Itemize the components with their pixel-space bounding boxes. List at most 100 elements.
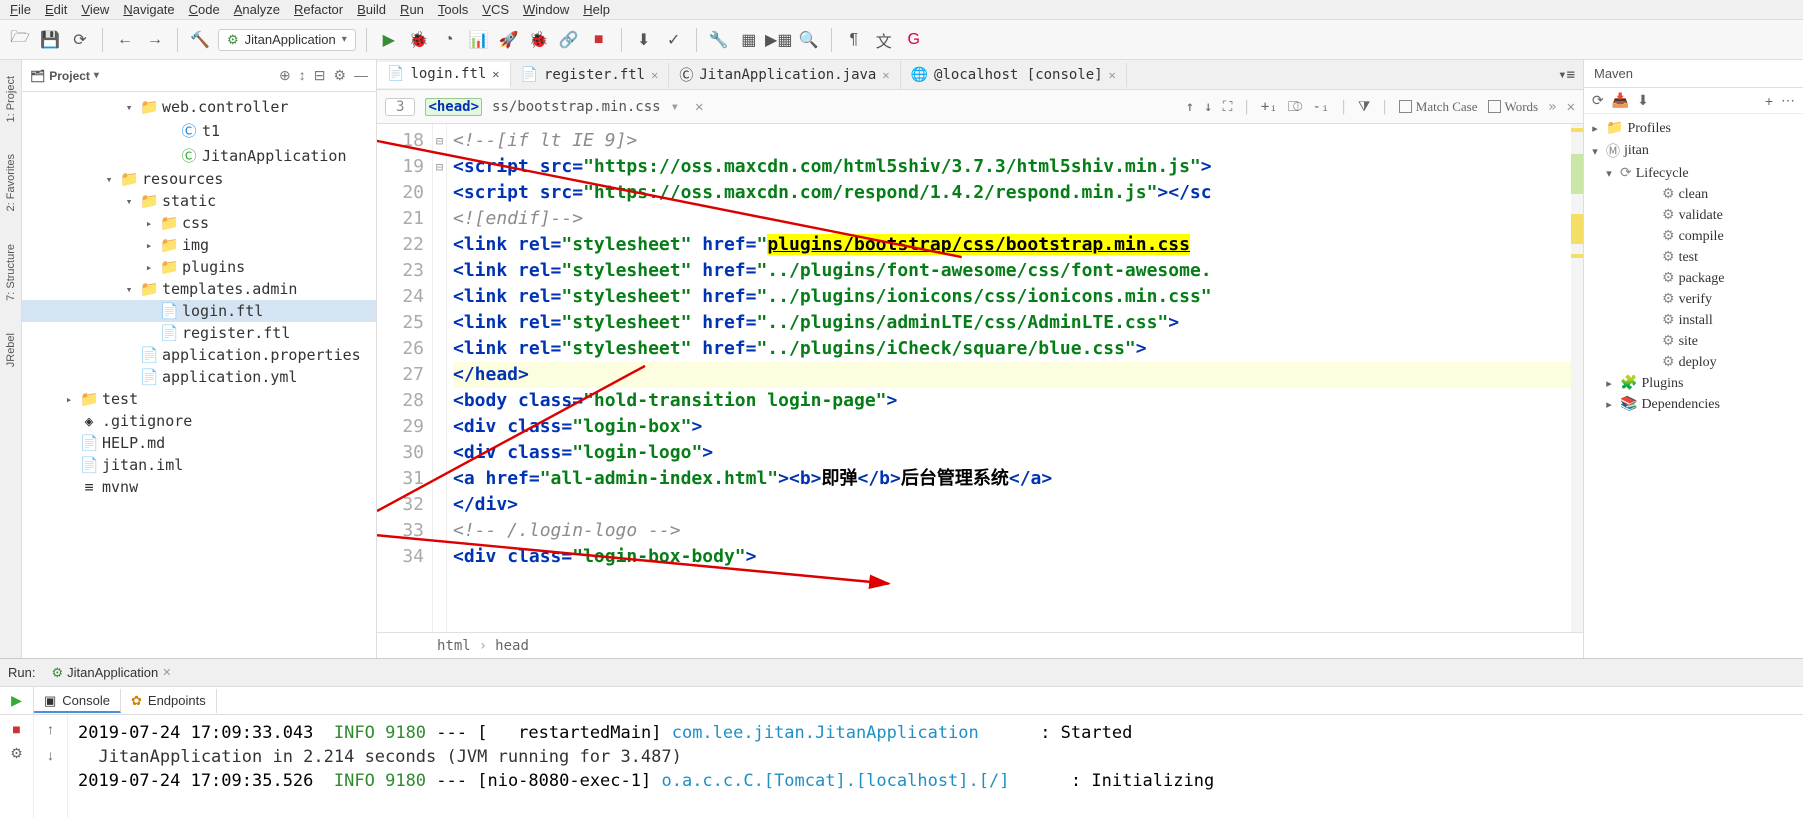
tree-static[interactable]: ▾📁static bbox=[22, 190, 376, 212]
settings-icon[interactable]: ⚙ bbox=[333, 67, 346, 84]
maven-deploy[interactable]: ⚙deploy bbox=[1584, 352, 1803, 373]
maven-clean[interactable]: ⚙clean bbox=[1584, 184, 1803, 205]
tree-application-properties[interactable]: 📄application.properties bbox=[22, 344, 376, 366]
jrebel-debug-icon[interactable]: 🐞 bbox=[527, 28, 551, 52]
translate-icon[interactable]: 文 bbox=[872, 28, 896, 52]
reimport-icon[interactable]: ⟳ bbox=[1592, 92, 1604, 109]
filter-icon[interactable]: ⧩ bbox=[1358, 99, 1371, 115]
vcs-update-icon[interactable]: ⬇ bbox=[632, 28, 656, 52]
tree-web-controller[interactable]: ▾📁web.controller bbox=[22, 96, 376, 118]
find-input[interactable]: ss/bootstrap.min.css bbox=[492, 99, 661, 115]
tree-templates-admin[interactable]: ▾📁templates.admin bbox=[22, 278, 376, 300]
code-editor[interactable]: 1819202122232425262728293031323334 ⊟⊟ <!… bbox=[377, 124, 1583, 632]
project-structure-icon[interactable]: ▦ bbox=[737, 28, 761, 52]
next-match-icon[interactable]: ↓ bbox=[1204, 99, 1212, 115]
menu-analyze[interactable]: Analyze bbox=[234, 2, 280, 17]
find-all-icon[interactable]: ⛶ bbox=[1223, 99, 1233, 115]
save-all-icon[interactable]: 💾 bbox=[38, 28, 62, 52]
tree-img[interactable]: ▸📁img bbox=[22, 234, 376, 256]
run-icon[interactable]: ▶ bbox=[377, 28, 401, 52]
paragraph-icon[interactable]: ¶ bbox=[842, 28, 866, 52]
wrench-icon[interactable]: 🔧 bbox=[707, 28, 731, 52]
find-more-icon[interactable]: » bbox=[1548, 99, 1556, 115]
menu-refactor[interactable]: Refactor bbox=[294, 2, 343, 17]
breadcrumb-bar[interactable]: html›head bbox=[377, 632, 1583, 658]
maven-tree[interactable]: ▸📁Profiles▾Ⓜjitan▾⟳Lifecycle⚙clean⚙valid… bbox=[1584, 114, 1803, 658]
run-settings-icon[interactable]: ⚙ bbox=[10, 745, 23, 762]
project-panel-title[interactable]: 🗂 Project ▾ bbox=[30, 69, 99, 83]
tab-register-ftl[interactable]: 📄register.ftl✕ bbox=[511, 63, 670, 87]
menu-vcs[interactable]: VCS bbox=[482, 2, 509, 17]
breadcrumb-head[interactable]: head bbox=[495, 638, 529, 654]
attach-icon[interactable]: 🔗 bbox=[557, 28, 581, 52]
maven-dependencies[interactable]: ▸📚Dependencies bbox=[1584, 394, 1803, 415]
maven-compile[interactable]: ⚙compile bbox=[1584, 226, 1803, 247]
maven-jitan[interactable]: ▾Ⓜjitan bbox=[1584, 139, 1803, 163]
match-case-checkbox[interactable]: Match Case bbox=[1399, 99, 1478, 115]
tree-plugins[interactable]: ▸📁plugins bbox=[22, 256, 376, 278]
tree-mvnw[interactable]: ≡mvnw bbox=[22, 476, 376, 498]
collapse-icon[interactable]: ⊟ bbox=[314, 67, 326, 84]
find-close2-icon[interactable]: ✕ bbox=[1567, 99, 1575, 115]
select-all-icon[interactable]: ⎄ bbox=[1288, 99, 1303, 115]
maven-plugins[interactable]: ▸🧩Plugins bbox=[1584, 373, 1803, 394]
jrebel-run-icon[interactable]: 🚀 bbox=[497, 28, 521, 52]
menu-bar[interactable]: FileEditViewNavigateCodeAnalyzeRefactorB… bbox=[0, 0, 1803, 20]
add-selection-icon[interactable]: +ᵢ bbox=[1261, 99, 1278, 115]
minimap[interactable] bbox=[1571, 124, 1583, 632]
select-opened-icon[interactable]: ⊕ bbox=[279, 67, 291, 84]
tree-t1[interactable]: Ⓒt1 bbox=[22, 118, 376, 143]
menu-window[interactable]: Window bbox=[523, 2, 569, 17]
stop-run-icon[interactable]: ■ bbox=[12, 721, 20, 737]
remove-selection-icon[interactable]: -ᵢ bbox=[1313, 99, 1330, 115]
tree-register-ftl[interactable]: 📄register.ftl bbox=[22, 322, 376, 344]
run-tab-app[interactable]: ⚙ JitanApplication ✕ bbox=[43, 663, 179, 683]
project-tree[interactable]: ▾📁web.controllerⒸt1ⒸJitanApplication▾📁re… bbox=[22, 92, 376, 658]
maven-verify[interactable]: ⚙verify bbox=[1584, 289, 1803, 310]
maven-more-icon[interactable]: ⋯ bbox=[1781, 92, 1795, 109]
google-icon[interactable]: G bbox=[902, 28, 926, 52]
tab-list-icon[interactable]: ▾≡ bbox=[1558, 67, 1575, 83]
rail-jrebel[interactable]: JRebel bbox=[3, 327, 19, 373]
stop-icon[interactable]: ■ bbox=[587, 28, 611, 52]
console-tab[interactable]: ▣Console bbox=[34, 689, 121, 713]
menu-build[interactable]: Build bbox=[357, 2, 386, 17]
rerun-icon[interactable]: ▶ bbox=[0, 687, 34, 714]
run-config-selector[interactable]: ⚙ JitanApplication ▾ bbox=[218, 29, 356, 51]
rail-favorites[interactable]: 2: Favorites bbox=[3, 148, 19, 217]
up-icon[interactable]: ↑ bbox=[47, 721, 54, 737]
menu-tools[interactable]: Tools bbox=[438, 2, 468, 17]
find-close-icon[interactable]: ✕ bbox=[695, 99, 703, 115]
tree-login-ftl[interactable]: 📄login.ftl bbox=[22, 300, 376, 322]
add-icon[interactable]: + bbox=[1765, 93, 1773, 109]
debug-icon[interactable]: 🐞 bbox=[407, 28, 431, 52]
maven-site[interactable]: ⚙site bbox=[1584, 331, 1803, 352]
menu-help[interactable]: Help bbox=[583, 2, 610, 17]
vcs-commit-icon[interactable]: ✓ bbox=[662, 28, 686, 52]
forward-icon[interactable]: → bbox=[143, 28, 167, 52]
tree-jitanapplication[interactable]: ⒸJitanApplication bbox=[22, 143, 376, 168]
download-icon[interactable]: ⬇ bbox=[1637, 92, 1649, 109]
maven-test[interactable]: ⚙test bbox=[1584, 247, 1803, 268]
tree-test[interactable]: ▸📁test bbox=[22, 388, 376, 410]
run-anything-icon[interactable]: ▶▦ bbox=[767, 28, 791, 52]
maven-lifecycle[interactable]: ▾⟳Lifecycle bbox=[1584, 163, 1803, 184]
console-output[interactable]: 2019-07-24 17:09:33.043 INFO 9180 --- [ … bbox=[68, 715, 1803, 818]
expand-icon[interactable]: ↕ bbox=[299, 67, 306, 84]
menu-view[interactable]: View bbox=[81, 2, 109, 17]
tab--localhost--console-[interactable]: 🌐@localhost [console]✕ bbox=[901, 63, 1127, 87]
menu-run[interactable]: Run bbox=[400, 2, 424, 17]
menu-code[interactable]: Code bbox=[189, 2, 220, 17]
prev-match-icon[interactable]: ↑ bbox=[1186, 99, 1194, 115]
profile-icon[interactable]: 📊 bbox=[467, 28, 491, 52]
generate-icon[interactable]: 📥 bbox=[1612, 92, 1629, 109]
rail-project[interactable]: 1: Project bbox=[3, 70, 19, 128]
endpoints-tab[interactable]: ✿Endpoints bbox=[121, 689, 217, 713]
words-checkbox[interactable]: Words bbox=[1488, 99, 1539, 115]
open-icon[interactable]: 🗁 bbox=[8, 28, 32, 52]
tree-help-md[interactable]: 📄HELP.md bbox=[22, 432, 376, 454]
menu-edit[interactable]: Edit bbox=[45, 2, 67, 17]
hide-icon[interactable]: — bbox=[354, 67, 368, 84]
breadcrumb-html[interactable]: html bbox=[437, 638, 471, 654]
search-icon[interactable]: 🔍 bbox=[797, 28, 821, 52]
